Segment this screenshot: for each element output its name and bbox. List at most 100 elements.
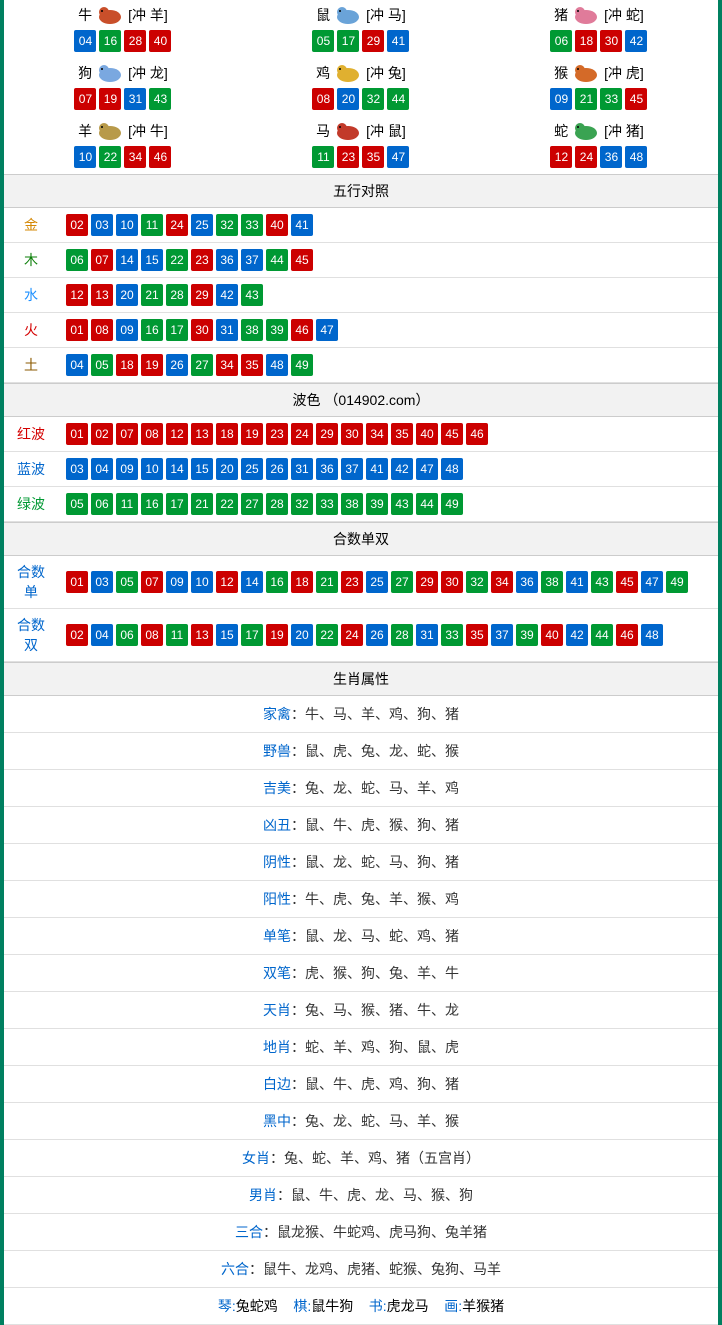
number-ball: 24 xyxy=(291,423,313,445)
heshu-table: 合数单0103050709101214161821232527293032343… xyxy=(4,556,718,662)
number-ball: 31 xyxy=(216,319,238,341)
number-ball: 04 xyxy=(91,458,113,480)
number-ball: 47 xyxy=(416,458,438,480)
number-ball: 31 xyxy=(291,458,313,480)
number-ball: 46 xyxy=(616,624,638,646)
number-ball: 34 xyxy=(124,146,146,168)
number-ball: 46 xyxy=(466,423,488,445)
number-ball: 48 xyxy=(641,624,663,646)
number-ball: 02 xyxy=(66,624,88,646)
number-ball: 04 xyxy=(66,354,88,376)
zodiac-name: 鸡 xyxy=(316,63,330,83)
zodiac-cell: 马[冲 鼠]11233547 xyxy=(242,116,480,174)
number-ball: 11 xyxy=(166,624,188,646)
number-ball: 36 xyxy=(600,146,622,168)
number-ball: 28 xyxy=(166,284,188,306)
number-ball: 12 xyxy=(216,571,238,593)
number-ball: 09 xyxy=(116,319,138,341)
table-row: 绿波05061116172122272832333839434449 xyxy=(4,487,718,522)
attr-row: 天肖：兔、马、猴、猪、牛、龙 xyxy=(4,992,718,1029)
number-ball: 16 xyxy=(141,319,163,341)
number-ball: 17 xyxy=(166,493,188,515)
number-ball: 21 xyxy=(316,571,338,593)
number-ball: 48 xyxy=(266,354,288,376)
number-ball: 10 xyxy=(74,146,96,168)
number-ball: 16 xyxy=(266,571,288,593)
number-ball: 30 xyxy=(191,319,213,341)
zodiac-name: 狗 xyxy=(78,63,92,83)
number-ball: 08 xyxy=(141,423,163,445)
row-label: 木 xyxy=(4,243,58,278)
number-ball: 04 xyxy=(74,30,96,52)
number-ball: 47 xyxy=(641,571,663,593)
number-ball: 07 xyxy=(91,249,113,271)
number-ball: 03 xyxy=(91,214,113,236)
zodiac-cell: 狗[冲 龙]07193143 xyxy=(4,58,242,116)
number-ball: 32 xyxy=(291,493,313,515)
number-ball: 46 xyxy=(149,146,171,168)
number-ball: 44 xyxy=(266,249,288,271)
wuxing-table: 金02031011242532334041木060714152223363744… xyxy=(4,208,718,383)
number-ball: 26 xyxy=(366,624,388,646)
row-label: 绿波 xyxy=(4,487,58,522)
number-ball: 22 xyxy=(216,493,238,515)
number-ball: 43 xyxy=(591,571,613,593)
footer-a-label: 琴: xyxy=(218,1298,236,1314)
number-ball: 25 xyxy=(191,214,213,236)
number-ball: 13 xyxy=(191,624,213,646)
row-balls: 0102070812131819232429303435404546 xyxy=(58,417,718,452)
number-ball: 10 xyxy=(116,214,138,236)
number-ball: 40 xyxy=(541,624,563,646)
row-balls: 0103050709101214161821232527293032343638… xyxy=(58,556,718,609)
number-ball: 23 xyxy=(191,249,213,271)
attr-value: ：鼠龙猴、牛蛇鸡、虎马狗、兔羊猪 xyxy=(263,1224,487,1240)
row-balls: 05061116172122272832333839434449 xyxy=(58,487,718,522)
attr-row: 双笔：虎、猴、狗、兔、羊、牛 xyxy=(4,955,718,992)
zodiac-animal-icon xyxy=(570,62,602,84)
number-ball: 23 xyxy=(337,146,359,168)
table-row: 木06071415222336374445 xyxy=(4,243,718,278)
number-ball: 41 xyxy=(566,571,588,593)
zodiac-name: 牛 xyxy=(78,5,92,25)
number-ball: 12 xyxy=(166,423,188,445)
zodiac-animal-icon xyxy=(570,4,602,26)
number-ball: 38 xyxy=(341,493,363,515)
attr-row: 阳性：牛、虎、兔、羊、猴、鸡 xyxy=(4,881,718,918)
number-ball: 20 xyxy=(291,624,313,646)
number-ball: 09 xyxy=(550,88,572,110)
attr-label: 地肖 xyxy=(263,1039,291,1055)
footer-c-label: 书: xyxy=(369,1298,387,1314)
number-ball: 24 xyxy=(575,146,597,168)
attrs-list: 家禽：牛、马、羊、鸡、狗、猪野兽：鼠、虎、兔、龙、蛇、猴吉美：兔、龙、蛇、马、羊… xyxy=(4,696,718,1288)
attr-row: 吉美：兔、龙、蛇、马、羊、鸡 xyxy=(4,770,718,807)
number-ball: 37 xyxy=(341,458,363,480)
number-ball: 09 xyxy=(166,571,188,593)
row-label: 金 xyxy=(4,208,58,243)
number-ball: 39 xyxy=(366,493,388,515)
number-ball: 08 xyxy=(312,88,334,110)
attr-row: 凶丑：鼠、牛、虎、猴、狗、猪 xyxy=(4,807,718,844)
number-ball: 20 xyxy=(216,458,238,480)
footer-row: 琴:兔蛇鸡 棋:鼠牛狗 书:虎龙马 画:羊猴猪 xyxy=(4,1288,718,1325)
zodiac-cell: 鼠[冲 马]05172941 xyxy=(242,0,480,58)
attr-label: 白边 xyxy=(263,1076,291,1092)
attr-row: 黑中：兔、龙、蛇、马、羊、猴 xyxy=(4,1103,718,1140)
number-ball: 34 xyxy=(366,423,388,445)
number-ball: 12 xyxy=(66,284,88,306)
number-ball: 36 xyxy=(216,249,238,271)
attr-value: ：兔、蛇、羊、鸡、猪（五宫肖） xyxy=(270,1150,480,1166)
number-ball: 42 xyxy=(391,458,413,480)
number-ball: 39 xyxy=(516,624,538,646)
number-ball: 48 xyxy=(625,146,647,168)
zodiac-cell: 鸡[冲 兔]08203244 xyxy=(242,58,480,116)
footer-c-val: 虎龙马 xyxy=(387,1298,429,1314)
number-ball: 15 xyxy=(191,458,213,480)
attr-value: ：鼠、虎、兔、龙、蛇、猴 xyxy=(291,743,459,759)
number-ball: 45 xyxy=(291,249,313,271)
number-ball: 28 xyxy=(266,493,288,515)
zodiac-animal-icon xyxy=(332,4,364,26)
row-label: 火 xyxy=(4,313,58,348)
number-ball: 17 xyxy=(166,319,188,341)
number-ball: 42 xyxy=(216,284,238,306)
number-ball: 16 xyxy=(99,30,121,52)
